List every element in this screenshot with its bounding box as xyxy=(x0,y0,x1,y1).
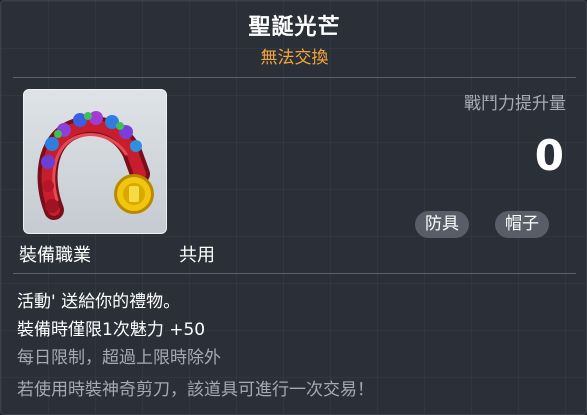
tag-hat: 帽子 xyxy=(495,211,549,238)
item-name: 聖誕光芒 xyxy=(248,15,341,40)
job-label: 裝備職業 xyxy=(19,245,91,266)
christmas-headband-icon xyxy=(37,111,154,220)
combat-power-label: 戰鬥力提升量 xyxy=(464,94,566,114)
trade-status: 無法交換 xyxy=(260,48,329,68)
combat-power-value: 0 xyxy=(534,131,564,180)
item-tooltip: 聖誕光芒 無法交換 裝備職業 共用 戰鬥力提升量 0 防具 帽子 活動' 送給你… xyxy=(0,0,587,415)
description-line-3: 每日限制，超過上限時除外 xyxy=(17,348,221,368)
description-line-4: 若使用時裝神奇剪刀，該道具可進行一次交易！ xyxy=(17,380,374,400)
tag-armor: 防具 xyxy=(415,211,469,238)
description-line-1: 活動' 送給你的禮物。 xyxy=(17,292,181,312)
item-icon-frame xyxy=(23,89,167,234)
divider-middle xyxy=(13,273,576,274)
divider-top xyxy=(13,77,576,78)
description-line-2: 裝備時僅限1次魅力 +50 xyxy=(17,320,206,340)
job-value: 共用 xyxy=(179,245,215,266)
